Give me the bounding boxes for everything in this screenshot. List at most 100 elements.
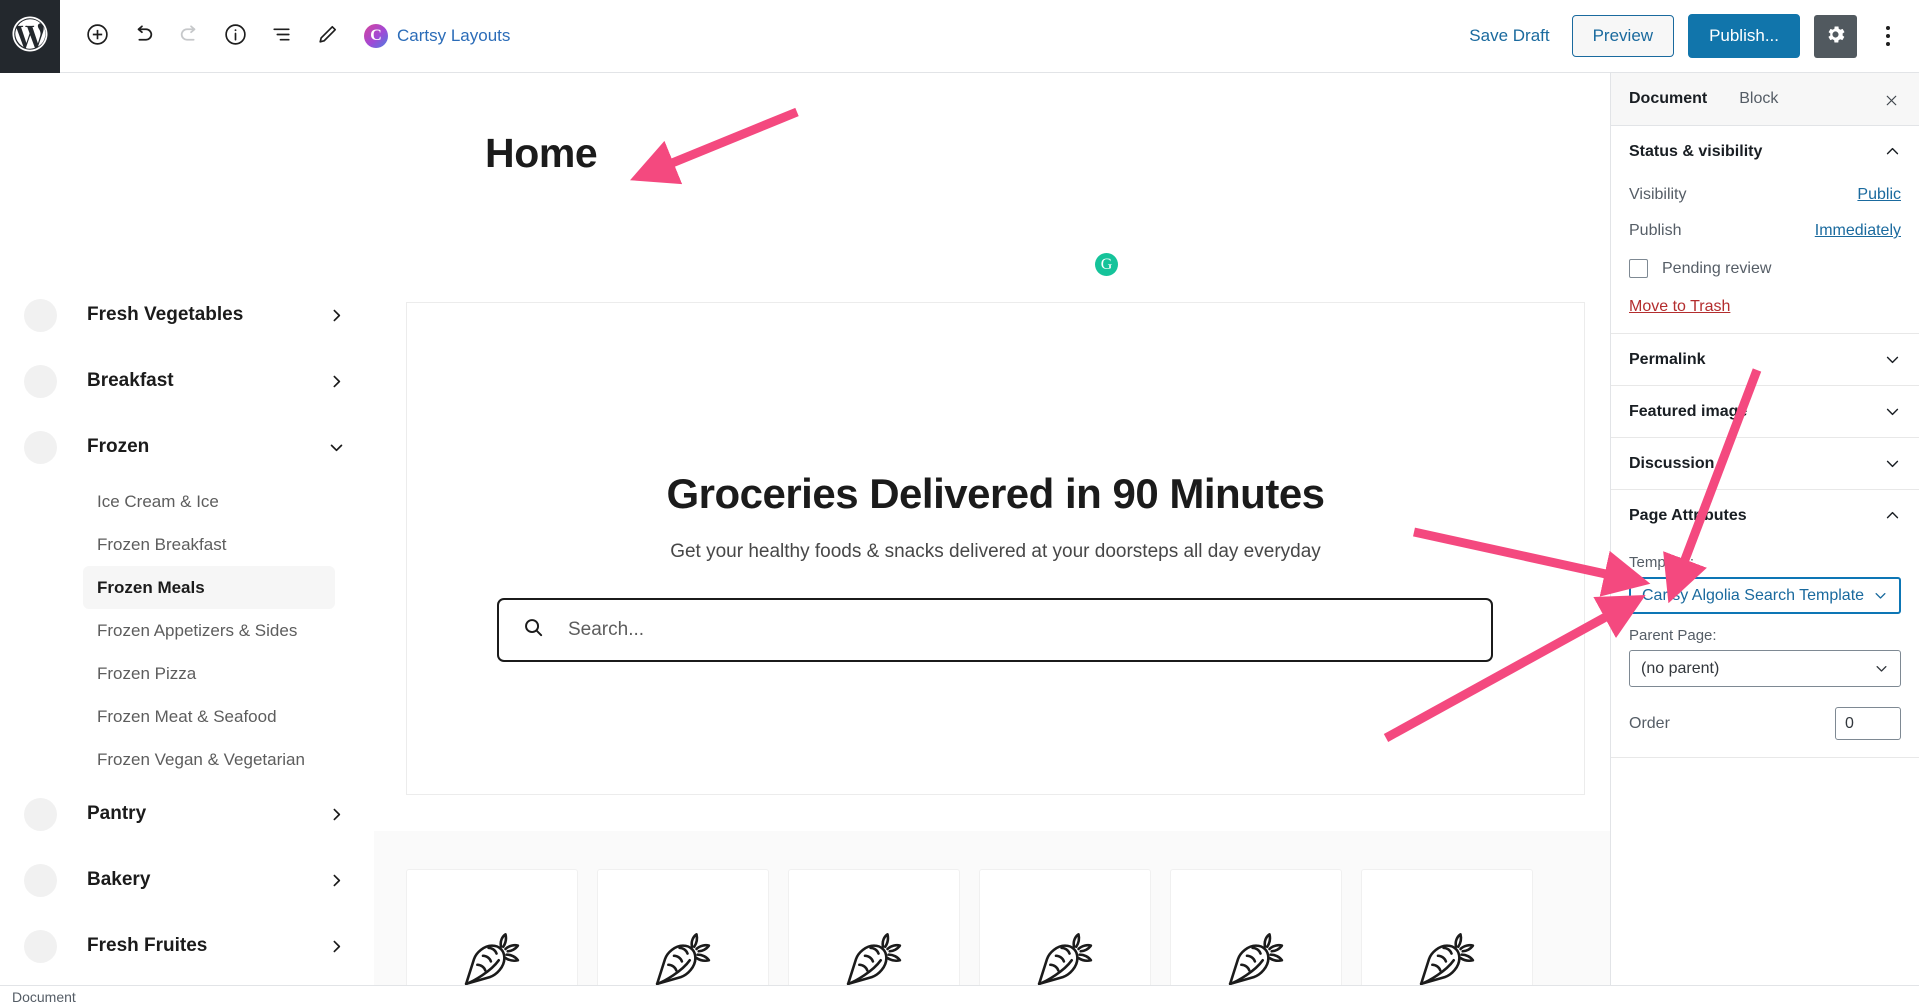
editor-canvas: Home G Fresh Vegetables Breakfast Frozen (0, 73, 1610, 985)
more-options-button[interactable] (1871, 15, 1905, 58)
category-item-bakery[interactable]: Bakery (0, 847, 373, 913)
category-item-fresh-vegetables[interactable]: Fresh Vegetables (0, 282, 373, 348)
chevron-up-icon (1884, 507, 1901, 524)
undo-icon (131, 22, 156, 50)
hero-search-input[interactable]: Search... (497, 598, 1493, 662)
subcategory-item-frozen-breakfast[interactable]: Frozen Breakfast (83, 523, 335, 566)
page-title[interactable]: Home (485, 130, 598, 177)
parent-page-select[interactable]: (no parent) (1629, 650, 1901, 687)
category-navigation: Fresh Vegetables Breakfast Frozen Ice Cr… (0, 282, 373, 979)
carrot-icon (1220, 922, 1292, 986)
product-card-strip (406, 869, 1585, 985)
subcategory-item-ice-cream-ice[interactable]: Ice Cream & Ice (83, 480, 335, 523)
gear-icon (1824, 23, 1847, 49)
product-card[interactable] (597, 869, 769, 985)
subcategory-item-frozen-appetizers-sides[interactable]: Frozen Appetizers & Sides (83, 609, 335, 652)
tab-document[interactable]: Document (1629, 84, 1707, 114)
panel-header-status-visibility[interactable]: Status & visibility (1611, 126, 1919, 177)
product-card[interactable] (406, 869, 578, 985)
pending-review-label: Pending review (1662, 259, 1772, 277)
panel-status-visibility: Status & visibility Visibility Public Pu… (1611, 126, 1919, 334)
cartsy-layouts-label: Cartsy Layouts (397, 26, 511, 45)
category-item-breakfast[interactable]: Breakfast (0, 348, 373, 414)
editor-toolbar: C Cartsy Layouts Save Draft Preview Publ… (0, 0, 1919, 73)
list-view-icon (269, 22, 294, 50)
chevron-down-icon (1884, 403, 1901, 420)
pencil-icon (315, 22, 340, 50)
grammarly-icon[interactable]: G (1095, 253, 1118, 276)
panel-header-discussion[interactable]: Discussion (1611, 438, 1919, 489)
hero-block[interactable]: Groceries Delivered in 90 Minutes Get yo… (406, 302, 1585, 795)
hero-title: Groceries Delivered in 90 Minutes (666, 470, 1325, 517)
product-card[interactable] (1170, 869, 1342, 985)
parent-page-label: Parent Page: (1629, 627, 1717, 644)
chevron-right-icon (328, 806, 345, 823)
toolbar-icon-group: C Cartsy Layouts (60, 13, 510, 59)
carrot-icon (1029, 922, 1101, 986)
order-label: Order (1629, 714, 1670, 732)
list-view-button[interactable] (258, 13, 304, 59)
template-select-value: Cartsy Algolia Search Template (1642, 586, 1865, 604)
redo-button[interactable] (166, 13, 212, 59)
panel-header-featured-image[interactable]: Featured image (1611, 386, 1919, 437)
details-button[interactable] (212, 13, 258, 59)
row-publish: Publish Immediately (1629, 213, 1901, 249)
publish-button[interactable]: Publish... (1688, 14, 1800, 58)
category-label: Breakfast (87, 370, 174, 391)
category-thumb (24, 430, 57, 464)
subcategory-item-frozen-vegan-vegetarian[interactable]: Frozen Vegan & Vegetarian (83, 738, 335, 781)
undo-button[interactable] (120, 13, 166, 59)
subcategory-item-frozen-meals[interactable]: Frozen Meals (83, 566, 335, 609)
close-icon[interactable] (1877, 86, 1905, 114)
product-card[interactable] (979, 869, 1151, 985)
chevron-down-icon (1884, 455, 1901, 472)
cartsy-layouts-button[interactable]: C Cartsy Layouts (364, 24, 510, 48)
row-order: Order (1629, 707, 1901, 740)
publish-value-button[interactable]: Immediately (1815, 222, 1901, 240)
chevron-down-icon (1874, 661, 1889, 676)
grammarly-letter: G (1100, 255, 1113, 273)
carrot-icon (1411, 922, 1483, 986)
visibility-value-button[interactable]: Public (1857, 186, 1901, 204)
category-thumb (24, 298, 57, 332)
category-item-pantry[interactable]: Pantry (0, 781, 373, 847)
category-item-frozen[interactable]: Frozen (0, 414, 373, 480)
carrot-icon (647, 922, 719, 986)
publish-label: Publish (1629, 222, 1682, 239)
panel-page-attributes: Page Attributes Template: Cartsy Algolia… (1611, 490, 1919, 758)
pending-review-checkbox[interactable] (1629, 259, 1648, 278)
wordpress-logo-button[interactable] (0, 0, 60, 73)
subcategory-item-frozen-meat-seafood[interactable]: Frozen Meat & Seafood (83, 695, 335, 738)
product-card[interactable] (788, 869, 960, 985)
subcategory-item-frozen-pizza[interactable]: Frozen Pizza (83, 652, 335, 695)
carrot-icon (838, 922, 910, 986)
category-item-fresh-fruites[interactable]: Fresh Fruites (0, 913, 373, 979)
category-label: Frozen (87, 436, 150, 457)
plus-circle-icon (85, 22, 110, 50)
status-bar-label: Document (12, 988, 76, 1005)
panel-header-page-attributes[interactable]: Page Attributes (1611, 490, 1919, 541)
tab-block[interactable]: Block (1739, 84, 1778, 114)
parent-page-select-value: (no parent) (1641, 659, 1720, 677)
carrot-icon (456, 922, 528, 986)
info-circle-icon (223, 22, 248, 50)
preview-button[interactable]: Preview (1571, 15, 1675, 57)
template-select[interactable]: Cartsy Algolia Search Template (1629, 577, 1901, 614)
settings-toggle-button[interactable] (1814, 14, 1857, 58)
category-thumb (24, 863, 57, 897)
chevron-right-icon (328, 307, 345, 324)
edit-mode-button[interactable] (304, 13, 350, 59)
kebab-dot (1886, 34, 1890, 38)
panel-header-permalink[interactable]: Permalink (1611, 334, 1919, 385)
chevron-down-icon (1873, 588, 1888, 603)
product-card[interactable] (1361, 869, 1533, 985)
sidebar-tabs: Document Block (1611, 73, 1919, 126)
panel-body-status-visibility: Visibility Public Publish Immediately Pe… (1611, 177, 1919, 333)
save-draft-button[interactable]: Save Draft (1461, 20, 1557, 52)
add-block-button[interactable] (74, 13, 120, 59)
chevron-right-icon (328, 373, 345, 390)
toolbar-actions: Save Draft Preview Publish... (1461, 14, 1919, 58)
chevron-down-icon (328, 439, 345, 456)
move-to-trash-button[interactable]: Move to Trash (1629, 298, 1730, 316)
order-input[interactable] (1835, 707, 1901, 740)
